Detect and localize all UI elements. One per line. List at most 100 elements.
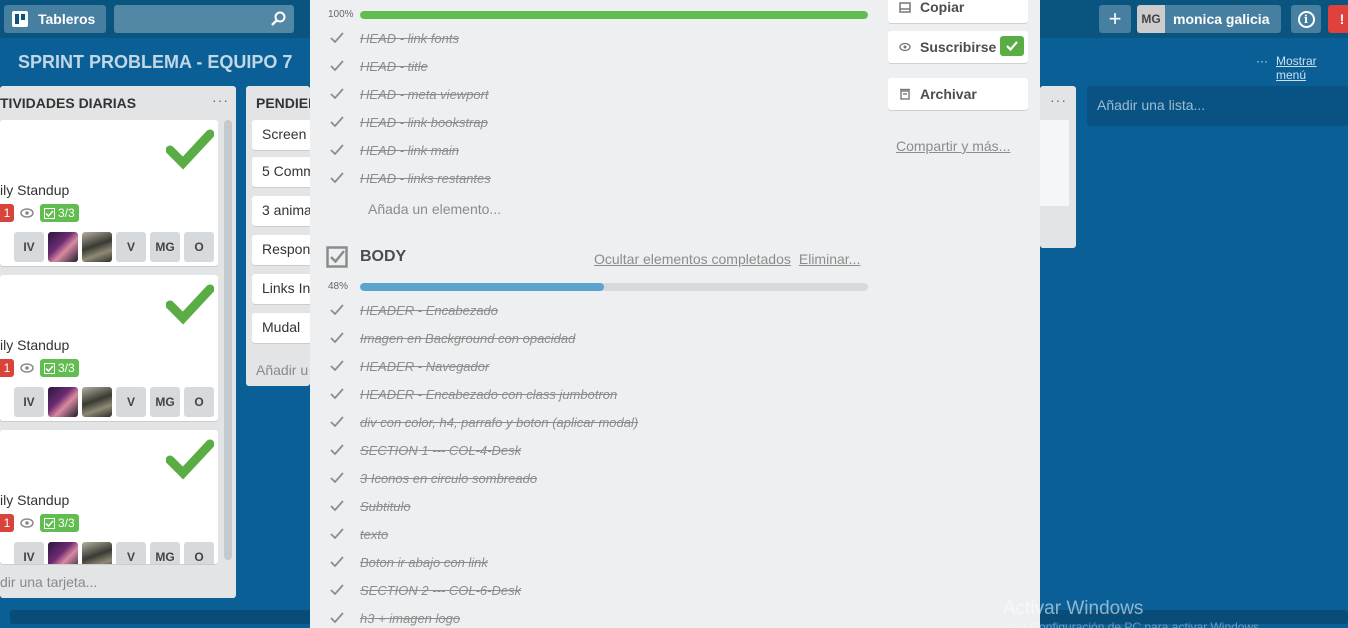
checklist-item-text[interactable]: div con color, h4, parrafo y boton (apli… [360, 415, 638, 430]
checked-checkbox-icon[interactable] [328, 497, 346, 515]
checklist-item-text[interactable]: HEAD - title [360, 59, 428, 74]
checklist-item[interactable]: HEAD - link fonts [328, 26, 459, 50]
checklist-item-text[interactable]: Imagen en Background con opacidad [360, 331, 575, 346]
checklist-item[interactable]: div con color, h4, parrafo y boton (apli… [328, 410, 638, 434]
search-icon[interactable] [270, 11, 286, 27]
checked-checkbox-icon[interactable] [328, 441, 346, 459]
member-avatar[interactable]: V [116, 232, 146, 262]
member-avatar[interactable] [82, 542, 112, 564]
list-scrollbar[interactable] [224, 120, 232, 560]
checklist-item[interactable]: HEAD - link bookstrap [328, 110, 488, 134]
copy-button[interactable]: Copiar [888, 0, 1028, 23]
list-menu-icon[interactable]: ··· [1050, 92, 1067, 108]
checked-checkbox-icon[interactable] [328, 169, 346, 187]
checklist-item[interactable]: HEAD - meta viewport [328, 82, 489, 106]
checked-checkbox-icon[interactable] [328, 29, 346, 47]
member-avatar[interactable]: V [116, 387, 146, 417]
member-avatar[interactable]: IV [14, 542, 44, 564]
board-title[interactable]: SPRINT PROBLEMA - EQUIPO 7 [18, 52, 292, 73]
checklist-item-text[interactable]: SECTION 2 --- COL-6-Desk [360, 583, 521, 598]
checklist-item-text[interactable]: texto [360, 527, 388, 542]
add-card-link[interactable]: dir una tarjeta... [0, 574, 97, 590]
notifications-button[interactable]: ! [1328, 5, 1348, 33]
checked-checkbox-icon[interactable] [328, 553, 346, 571]
checklist-item[interactable]: SECTION 1 --- COL-4-Desk [328, 438, 521, 462]
show-menu-link[interactable]: ··· Mostrar menú [1256, 54, 1348, 82]
checklist-item-text[interactable]: HEAD - link fonts [360, 31, 459, 46]
list-card[interactable]: ily Standup 1 3/3 IV V MG O [0, 120, 218, 266]
member-avatar[interactable]: O [184, 232, 214, 262]
add-list-button[interactable]: Añadir una lista... [1087, 86, 1348, 126]
checklist-item[interactable]: HEAD - links restantes [328, 166, 491, 190]
share-more-link[interactable]: Compartir y más... [896, 138, 1010, 154]
member-avatar[interactable]: MG [150, 387, 180, 417]
checklist-title[interactable]: BODY [360, 248, 406, 266]
member-avatar[interactable]: IV [14, 232, 44, 262]
checklist-item-text[interactable]: HEAD - links restantes [360, 171, 491, 186]
checked-checkbox-icon[interactable] [328, 469, 346, 487]
checked-checkbox-icon[interactable] [328, 609, 346, 627]
member-avatar[interactable]: IV [14, 387, 44, 417]
member-avatar[interactable] [82, 232, 112, 262]
checked-checkbox-icon[interactable] [328, 57, 346, 75]
search-input[interactable] [114, 5, 294, 33]
member-avatar[interactable] [82, 387, 112, 417]
add-card-link[interactable]: Añadir u [256, 362, 308, 378]
checklist-item-text[interactable]: Boton ir abajo con link [360, 555, 488, 570]
checked-checkbox-icon[interactable] [328, 581, 346, 599]
member-avatar[interactable] [48, 232, 78, 262]
checklist-item-text[interactable]: SECTION 1 --- COL-4-Desk [360, 443, 521, 458]
checklist-item-text[interactable]: HEADER - Navegador [360, 359, 489, 374]
checklist-item-text[interactable]: h3 + imagen logo [360, 611, 460, 626]
member-avatar[interactable] [48, 387, 78, 417]
user-menu-button[interactable]: MG monica galicia [1137, 5, 1281, 33]
member-avatar[interactable]: O [184, 387, 214, 417]
checked-checkbox-icon[interactable] [328, 525, 346, 543]
checklist-item[interactable]: HEADER - Encabezado [328, 298, 498, 322]
list-card[interactable] [1040, 120, 1069, 206]
checked-checkbox-icon[interactable] [328, 113, 346, 131]
checklist-item[interactable]: HEADER - Navegador [328, 354, 489, 378]
checked-checkbox-icon[interactable] [328, 357, 346, 375]
checked-checkbox-icon[interactable] [328, 141, 346, 159]
member-avatar[interactable]: O [184, 542, 214, 564]
add-item-link[interactable]: Añada un elemento... [368, 201, 501, 217]
checklist-item[interactable]: HEADER - Encabezado con class jumbotron [328, 382, 617, 406]
checklist-item-text[interactable]: HEAD - meta viewport [360, 87, 489, 102]
subscribe-button[interactable]: Suscribirse [888, 31, 1028, 63]
checked-checkbox-icon[interactable] [328, 385, 346, 403]
list-card[interactable]: ily Standup 1 3/3 IV V MG O [0, 275, 218, 421]
info-button[interactable]: i [1291, 5, 1321, 33]
checked-checkbox-icon[interactable] [328, 301, 346, 319]
member-avatar[interactable]: V [116, 542, 146, 564]
member-avatar[interactable] [48, 542, 78, 564]
checklist-item[interactable]: h3 + imagen logo [328, 606, 460, 628]
checklist-item[interactable]: texto [328, 522, 388, 546]
checklist-item[interactable]: 3 Iconos en circulo sombreado [328, 466, 537, 490]
checklist-item[interactable]: HEAD - title [328, 54, 428, 78]
checklist-item-text[interactable]: HEAD - link bookstrap [360, 115, 488, 130]
checklist-item[interactable]: HEAD - link main [328, 138, 459, 162]
checked-checkbox-icon[interactable] [328, 413, 346, 431]
checked-checkbox-icon[interactable] [328, 329, 346, 347]
checked-checkbox-icon[interactable] [328, 85, 346, 103]
checklist-item-text[interactable]: Subtitulo [360, 499, 411, 514]
checklist-item[interactable]: Boton ir abajo con link [328, 550, 488, 574]
list-card[interactable]: ily Standup 1 3/3 IV V MG O [0, 430, 218, 564]
hide-completed-link[interactable]: Ocultar elementos completados [594, 251, 791, 267]
delete-checklist-link[interactable]: Eliminar... [799, 251, 860, 267]
list-title[interactable]: PENDIEN [256, 95, 318, 111]
checklist-item[interactable]: SECTION 2 --- COL-6-Desk [328, 578, 521, 602]
checklist-item[interactable]: Imagen en Background con opacidad [328, 326, 575, 350]
checklist-item-text[interactable]: HEADER - Encabezado [360, 303, 498, 318]
checklist-item-text[interactable]: HEAD - link main [360, 143, 459, 158]
checklist-item-text[interactable]: 3 Iconos en circulo sombreado [360, 471, 537, 486]
add-button[interactable]: + [1099, 5, 1131, 33]
checklist-item-text[interactable]: HEADER - Encabezado con class jumbotron [360, 387, 617, 402]
list-menu-icon[interactable]: ··· [212, 92, 229, 108]
boards-button[interactable]: Tableros [4, 5, 106, 33]
archive-button[interactable]: Archivar [888, 78, 1028, 110]
list-title[interactable]: TIVIDADES DIARIAS [0, 95, 136, 111]
member-avatar[interactable]: MG [150, 232, 180, 262]
member-avatar[interactable]: MG [150, 542, 180, 564]
